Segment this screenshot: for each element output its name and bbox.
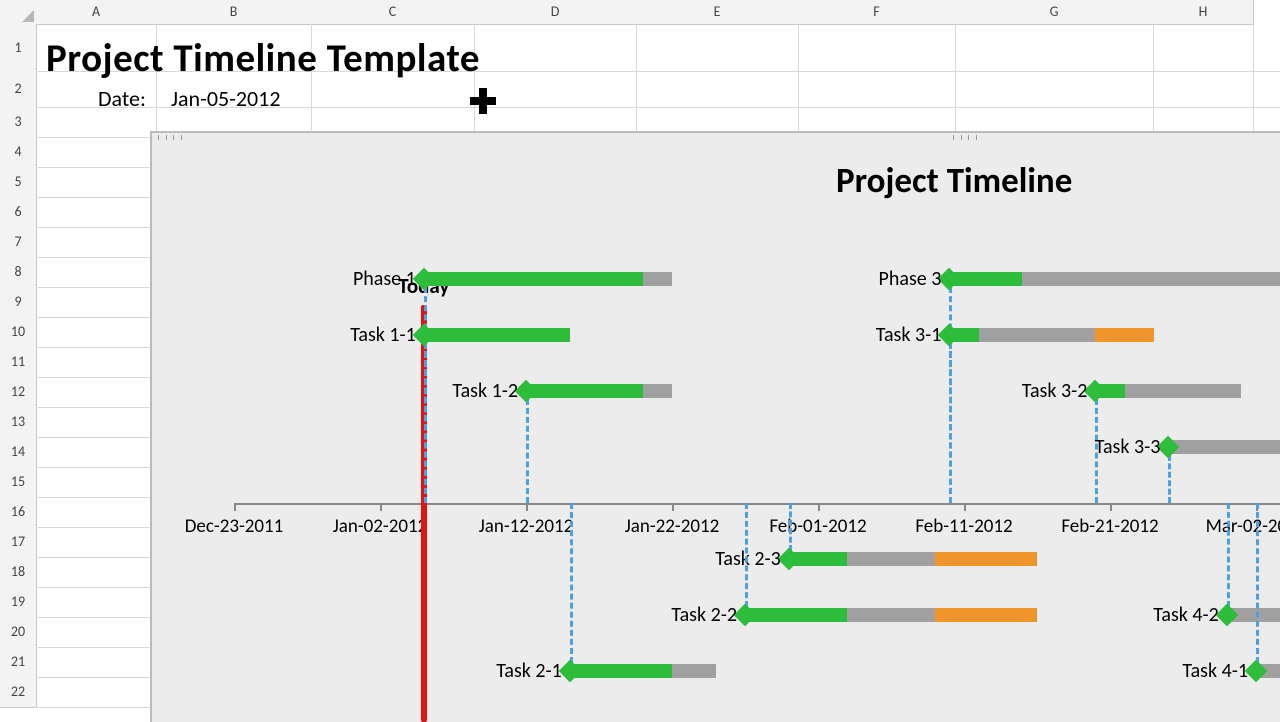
col-header-C[interactable]: C bbox=[311, 0, 475, 25]
gantt-bar bbox=[745, 608, 847, 622]
gantt-plot: Dec-23-2011 Jan-02-2012 Jan-12-2012 Jan-22-… bbox=[152, 203, 1280, 722]
task-label: Task 4-1 bbox=[1182, 659, 1256, 683]
row-header-17[interactable]: 17 bbox=[0, 527, 37, 558]
gantt-bar bbox=[672, 664, 716, 678]
task-label: Task 3-1 bbox=[876, 323, 950, 347]
tick-label: Feb-11-2012 bbox=[915, 515, 1012, 538]
gantt-bar bbox=[935, 608, 1037, 622]
row-header-15[interactable]: 15 bbox=[0, 467, 37, 498]
row-header-10[interactable]: 10 bbox=[0, 317, 37, 348]
date-value: Jan-05-2012 bbox=[171, 85, 280, 112]
gantt-bar bbox=[526, 384, 643, 398]
gantt-bar bbox=[1168, 440, 1280, 454]
tick-label: Jan-22-2012 bbox=[625, 515, 720, 538]
row-header-14[interactable]: 14 bbox=[0, 437, 37, 468]
tick-label: Jan-02-2012 bbox=[333, 515, 428, 538]
gantt-bar bbox=[847, 552, 935, 566]
row-header-2[interactable]: 2 bbox=[0, 71, 37, 108]
x-axis bbox=[234, 503, 1280, 505]
task-label: Task 2-2 bbox=[671, 603, 745, 627]
tick-label: Feb-21-2012 bbox=[1061, 515, 1158, 538]
task-label: Task 1-1 bbox=[350, 323, 424, 347]
task-label: Task 2-1 bbox=[496, 659, 570, 683]
task-label: Task 3-3 bbox=[1095, 435, 1169, 459]
row-header-13[interactable]: 13 bbox=[0, 407, 37, 438]
tick-label: Mar-02-2012 bbox=[1206, 515, 1280, 538]
task-label: Task 1-2 bbox=[452, 379, 526, 403]
row-header-21[interactable]: 21 bbox=[0, 647, 37, 678]
row-header-6[interactable]: 6 bbox=[0, 197, 37, 228]
row-header-19[interactable]: 19 bbox=[0, 587, 37, 618]
row-header-12[interactable]: 12 bbox=[0, 377, 37, 408]
tick-label: Jan-12-2012 bbox=[479, 515, 574, 538]
page-title: Project Timeline Template bbox=[46, 35, 480, 82]
chart-drag-handle[interactable] bbox=[158, 135, 182, 140]
task-label: Task 3-2 bbox=[1022, 379, 1096, 403]
task-label: Task 2-3 bbox=[715, 547, 789, 571]
col-header-D[interactable]: D bbox=[474, 0, 637, 25]
task-label: Phase 3 bbox=[879, 267, 950, 291]
gantt-bar bbox=[935, 552, 1037, 566]
gantt-bar bbox=[643, 272, 672, 286]
row-header-8[interactable]: 8 bbox=[0, 257, 37, 288]
row-header-18[interactable]: 18 bbox=[0, 557, 37, 588]
row-header-11[interactable]: 11 bbox=[0, 347, 37, 378]
col-header-B[interactable]: B bbox=[156, 0, 312, 25]
gantt-bar bbox=[424, 272, 643, 286]
col-header-E[interactable]: E bbox=[636, 0, 799, 25]
gantt-bar bbox=[643, 384, 672, 398]
date-label: Date: bbox=[98, 85, 146, 112]
row-header-20[interactable]: 20 bbox=[0, 617, 37, 648]
gantt-bar bbox=[1022, 272, 1280, 286]
gantt-bar bbox=[424, 328, 570, 342]
row-header-3[interactable]: 3 bbox=[0, 107, 37, 138]
gantt-bar bbox=[570, 664, 672, 678]
row-header-22[interactable]: 22 bbox=[0, 677, 37, 708]
col-header-F[interactable]: F bbox=[798, 0, 956, 25]
col-header-G[interactable]: G bbox=[955, 0, 1154, 25]
gantt-bar bbox=[949, 272, 1022, 286]
gantt-bar bbox=[1095, 328, 1153, 342]
row-header-4[interactable]: 4 bbox=[0, 137, 37, 168]
row-header-7[interactable]: 7 bbox=[0, 227, 37, 258]
row-header-16[interactable]: 16 bbox=[0, 497, 37, 528]
chart-title: Project Timeline bbox=[836, 160, 1072, 202]
task-label: Phase 1 bbox=[353, 267, 424, 291]
row-header-1[interactable]: 1 bbox=[0, 24, 37, 72]
gantt-bar bbox=[979, 328, 1096, 342]
row-header-9[interactable]: 9 bbox=[0, 287, 37, 318]
select-all-corner[interactable] bbox=[0, 0, 37, 25]
spreadsheet[interactable]: ABCDEFGH 1234567891011121314151617181920… bbox=[0, 0, 1280, 720]
task-label: Task 4-2 bbox=[1153, 603, 1227, 627]
embedded-chart[interactable]: Project Timeline Dec-23-2011 Jan-02-2012 J… bbox=[150, 131, 1280, 722]
row-header-5[interactable]: 5 bbox=[0, 167, 37, 198]
gantt-bar bbox=[1125, 384, 1242, 398]
gantt-bar bbox=[847, 608, 935, 622]
chart-drag-handle[interactable] bbox=[953, 135, 977, 140]
tick-label: Feb-01-2012 bbox=[769, 515, 866, 538]
tick-label: Dec-23-2011 bbox=[185, 515, 284, 538]
col-header-A[interactable]: A bbox=[36, 0, 157, 25]
col-header-H[interactable]: H bbox=[1153, 0, 1254, 25]
